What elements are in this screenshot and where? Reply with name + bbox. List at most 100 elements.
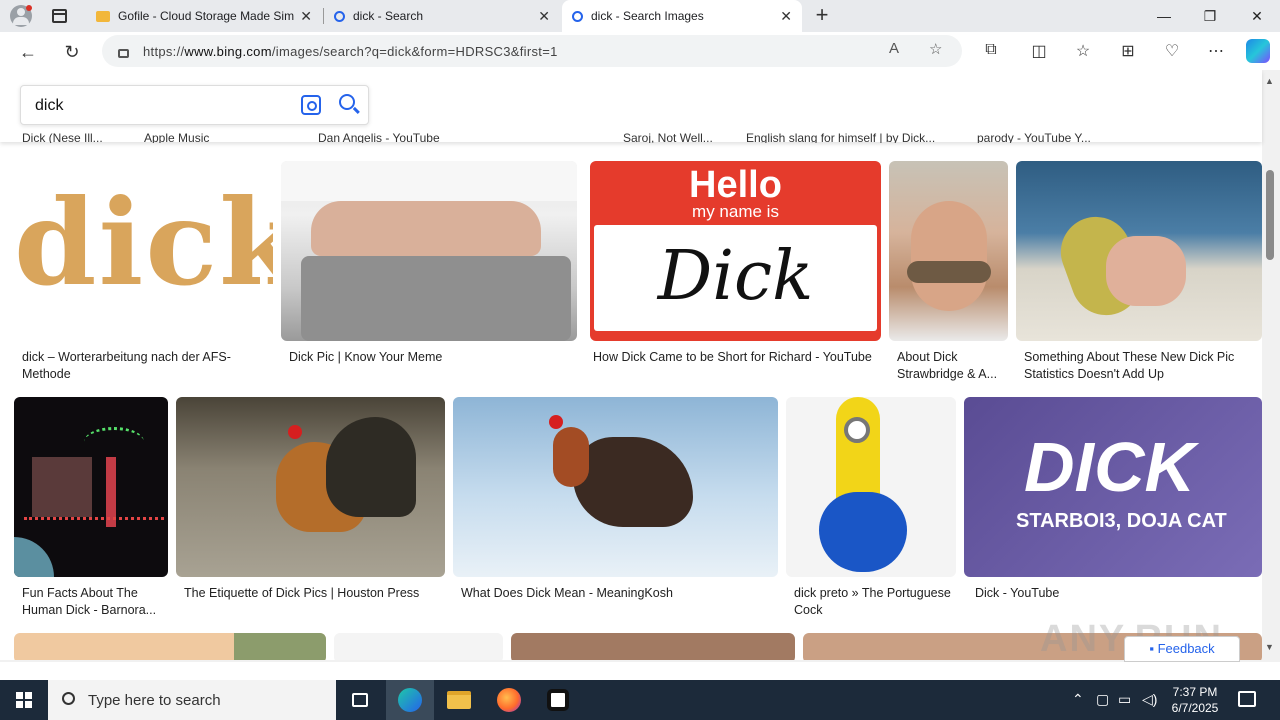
- thumbnail[interactable]: [176, 397, 445, 577]
- scroll-right-icon[interactable]: ▶: [1245, 661, 1251, 662]
- search-icon: [572, 10, 583, 22]
- thumbnail[interactable]: dick: [14, 161, 273, 341]
- thumbnail[interactable]: [14, 397, 168, 577]
- notification-icon[interactable]: [1238, 691, 1256, 707]
- thumbnail[interactable]: [889, 161, 1008, 341]
- tab-bing-search[interactable]: dick - Search ✕: [324, 0, 560, 32]
- task-view-icon[interactable]: [336, 680, 384, 720]
- browser-toolbar: ← ↻ https://www.bing.com/images/search?q…: [0, 32, 1280, 70]
- url-text: https://www.bing.com/images/search?q=dic…: [143, 43, 558, 59]
- image-caption[interactable]: The Etiquette of Dick Pics | Houston Pre…: [184, 585, 444, 602]
- volume-icon[interactable]: ◁): [1142, 691, 1157, 708]
- scroll-up-icon[interactable]: ▲: [1265, 76, 1274, 86]
- image-caption[interactable]: About Dick Strawbridge & A...: [897, 349, 1012, 383]
- restore-icon[interactable]: ❐: [1187, 4, 1233, 28]
- clock-time: 7:37 PM: [1172, 685, 1218, 699]
- search-icon[interactable]: [339, 94, 355, 110]
- image-result[interactable]: dick preto » The Portuguese Cock: [786, 397, 956, 627]
- feedback-button[interactable]: ▪ Feedback: [1124, 636, 1240, 662]
- windows-logo-icon: [16, 692, 32, 708]
- copilot-icon[interactable]: [1246, 39, 1270, 63]
- close-icon[interactable]: ✕: [780, 8, 792, 25]
- thumbnail[interactable]: [786, 397, 956, 577]
- device-icon[interactable]: ▢: [1096, 691, 1109, 708]
- collections-icon[interactable]: ⊞: [1117, 41, 1139, 63]
- image-result[interactable]: dick dick – Worterarbeitung nach der AFS…: [14, 161, 273, 391]
- vertical-scrollbar[interactable]: ▲ ▼: [1262, 70, 1280, 662]
- capcut-icon[interactable]: [534, 680, 582, 720]
- profile-avatar-icon[interactable]: [10, 5, 32, 27]
- search-input[interactable]: dick: [35, 97, 63, 115]
- more-menu-icon[interactable]: ⋯: [1205, 41, 1227, 63]
- tab-bar: Gofile - Cloud Storage Made Sim ✕ dick -…: [0, 0, 1280, 32]
- lock-icon: [118, 48, 129, 58]
- thumbnail[interactable]: [281, 161, 577, 341]
- tab-title: Gofile - Cloud Storage Made Sim: [118, 9, 295, 23]
- image-result[interactable]: Something About These New Dick Pic Stati…: [1016, 161, 1262, 391]
- thumbnail[interactable]: [453, 397, 778, 577]
- thumbnail[interactable]: DICK STARBOI3, DOJA CAT: [964, 397, 1262, 577]
- minimize-icon[interactable]: —: [1141, 4, 1187, 28]
- close-window-icon[interactable]: ✕: [1234, 4, 1280, 28]
- search-icon: [334, 10, 345, 22]
- image-caption[interactable]: What Does Dick Mean - MeaningKosh: [461, 585, 776, 602]
- tab-gofile[interactable]: Gofile - Cloud Storage Made Sim ✕: [86, 0, 322, 32]
- extensions-icon[interactable]: ⧉: [980, 41, 1002, 63]
- image-caption[interactable]: Dick Pic | Know Your Meme: [289, 349, 569, 366]
- windows-taskbar: Type here to search ⌃ ▢ ▭ ◁) 7:37 PM 6/7…: [0, 680, 1280, 720]
- favorites-icon[interactable]: ☆: [1072, 41, 1094, 63]
- cut-caption: English slang for himself | by Dick...: [746, 131, 936, 143]
- image-caption[interactable]: dick preto » The Portuguese Cock: [794, 585, 954, 619]
- split-screen-icon[interactable]: ◫: [1028, 41, 1050, 63]
- image-result[interactable]: Dick Pic | Know Your Meme: [281, 161, 577, 391]
- scrollbar-thumb[interactable]: [1266, 170, 1274, 260]
- image-result[interactable]: The Etiquette of Dick Pics | Houston Pre…: [176, 397, 445, 627]
- image-result[interactable]: Hello my name is Dick How Dick Came to b…: [590, 161, 881, 391]
- thumbnail[interactable]: [334, 633, 503, 662]
- scroll-left-icon[interactable]: ◀: [12, 661, 18, 662]
- taskbar-search[interactable]: Type here to search: [48, 680, 336, 720]
- thumbnail[interactable]: [511, 633, 795, 662]
- image-caption[interactable]: How Dick Came to be Short for Richard - …: [593, 349, 879, 366]
- back-icon[interactable]: ←: [14, 38, 42, 66]
- thumbnail[interactable]: [14, 633, 326, 662]
- browser-essentials-icon[interactable]: ♡: [1161, 41, 1183, 63]
- thumbnail[interactable]: Hello my name is Dick: [590, 161, 881, 341]
- tab-actions-icon[interactable]: [52, 9, 67, 23]
- read-aloud-icon[interactable]: A: [889, 40, 899, 57]
- chevron-up-icon[interactable]: ⌃: [1072, 691, 1084, 708]
- start-button[interactable]: [0, 680, 48, 720]
- scroll-down-icon[interactable]: ▼: [1265, 642, 1274, 652]
- name-text: Dick: [657, 237, 814, 316]
- firefox-icon[interactable]: [485, 680, 533, 720]
- tab-bing-images[interactable]: dick - Search Images ✕: [562, 0, 802, 32]
- close-icon[interactable]: ✕: [538, 8, 550, 25]
- tab-title: dick - Search Images: [591, 9, 704, 23]
- close-icon[interactable]: ✕: [300, 8, 312, 25]
- image-result[interactable]: Fun Facts About The Human Dick - Barnora…: [14, 397, 168, 627]
- image-caption[interactable]: Dick - YouTube: [975, 585, 1255, 602]
- thumbnail[interactable]: [1016, 161, 1262, 341]
- visual-search-icon[interactable]: [301, 95, 321, 115]
- my-name-is-text: my name is: [692, 202, 779, 221]
- search-icon: [62, 692, 75, 705]
- folder-icon: [96, 10, 110, 22]
- search-box[interactable]: dick: [20, 85, 369, 125]
- hello-text: Hello: [689, 164, 782, 206]
- system-clock[interactable]: 7:37 PM 6/7/2025: [1164, 684, 1226, 716]
- image-caption[interactable]: Something About These New Dick Pic Stati…: [1024, 349, 1254, 383]
- image-result[interactable]: DICK STARBOI3, DOJA CAT Dick - YouTube: [964, 397, 1262, 627]
- edge-icon[interactable]: [386, 680, 434, 720]
- network-icon[interactable]: ▭: [1118, 691, 1131, 708]
- image-result[interactable]: What Does Dick Mean - MeaningKosh: [453, 397, 778, 627]
- chat-icon: ▪: [1149, 641, 1158, 656]
- favorite-star-icon[interactable]: ☆: [929, 40, 942, 58]
- new-tab-icon[interactable]: +: [810, 4, 834, 28]
- clock-date: 6/7/2025: [1171, 701, 1219, 715]
- address-bar[interactable]: https://www.bing.com/images/search?q=dic…: [102, 35, 962, 67]
- image-caption[interactable]: Fun Facts About The Human Dick - Barnora…: [22, 585, 162, 619]
- refresh-icon[interactable]: ↻: [58, 38, 86, 66]
- file-explorer-icon[interactable]: [435, 680, 483, 720]
- image-result[interactable]: About Dick Strawbridge & A...: [889, 161, 1008, 391]
- image-caption[interactable]: dick – Worterarbeitung nach der AFS-Meth…: [22, 349, 267, 383]
